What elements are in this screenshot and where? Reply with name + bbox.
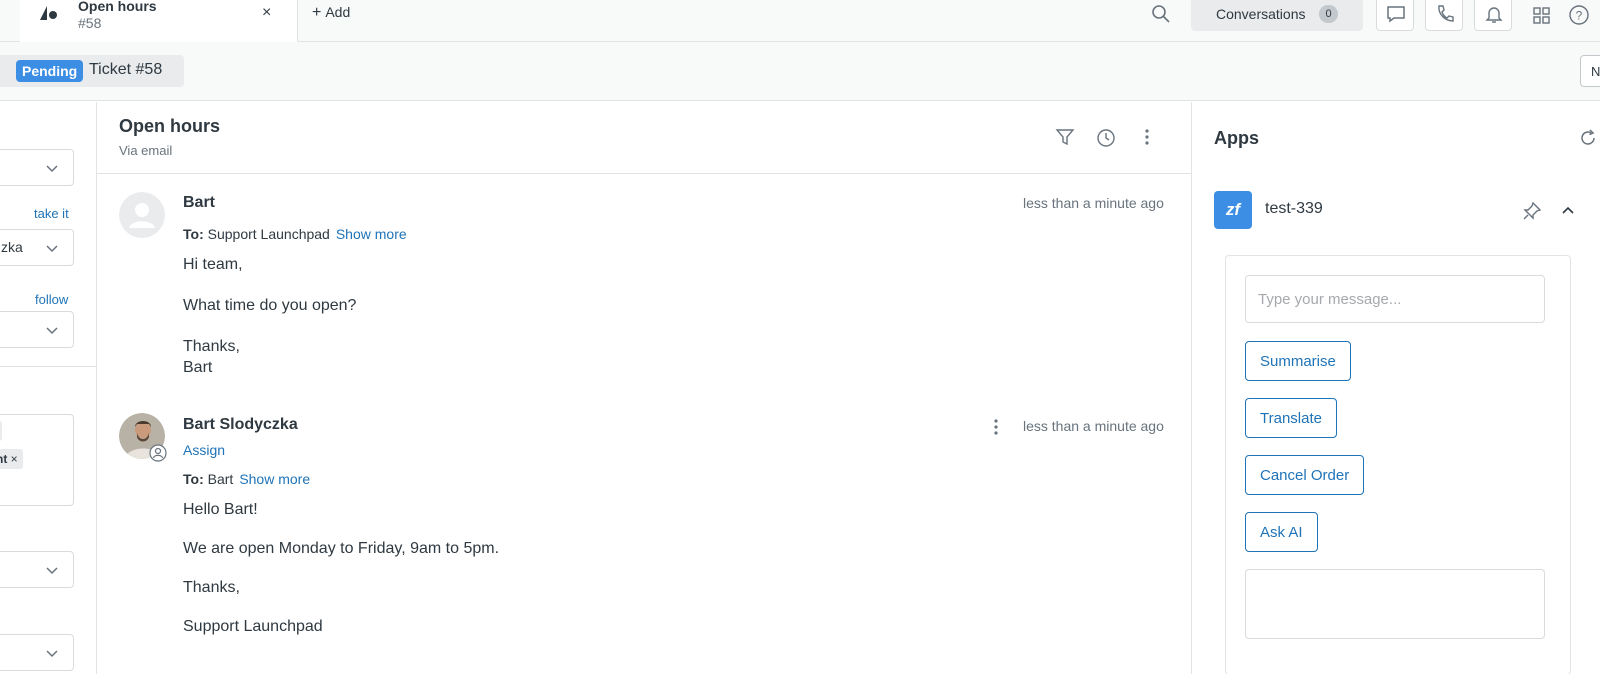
conversation-title: Open hours [119, 116, 221, 136]
property-dropdown[interactable] [0, 634, 74, 671]
chevron-down-icon [46, 245, 58, 253]
message-line: What time do you open? [183, 297, 357, 314]
ticket-tab[interactable]: Open hours #58 × [20, 0, 298, 43]
show-more-link[interactable]: Show more [336, 226, 407, 242]
tab-subtitle: #58 [78, 15, 102, 31]
ticket-subheader: Pending Ticket #58 N [0, 42, 1600, 101]
app-container: Summarise Translate Cancel Order Ask AI [1225, 255, 1571, 674]
tag-item: × [0, 421, 3, 441]
chevron-up-icon[interactable] [1560, 203, 1576, 219]
property-dropdown[interactable] [0, 149, 74, 186]
apps-title: Apps [1214, 128, 1259, 148]
assignee-value: zka [1, 239, 23, 255]
notifications-button[interactable] [1474, 0, 1512, 31]
phone-icon [1438, 5, 1454, 22]
help-icon[interactable]: ? [1568, 4, 1590, 26]
conversation-panel: Open hours Via email Bart less than a mi… [97, 102, 1191, 674]
refresh-icon[interactable] [1578, 128, 1598, 148]
to-label: To: [183, 226, 204, 242]
bell-icon [1485, 7, 1503, 23]
history-icon[interactable] [1095, 127, 1117, 149]
app-output-area[interactable] [1245, 569, 1545, 639]
ticket-properties-panel: take it zka follow × nt × [0, 102, 97, 674]
tags-field[interactable]: × nt × [0, 414, 74, 506]
svg-text:?: ? [1576, 9, 1583, 23]
conversations-button[interactable]: Conversations 0 [1191, 0, 1363, 31]
chevron-down-icon [46, 327, 58, 335]
assignee-dropdown[interactable]: zka [0, 229, 74, 266]
ticket-breadcrumb[interactable]: Pending Ticket #58 [0, 55, 184, 87]
add-tab-button[interactable]: + Add [312, 4, 350, 22]
pin-icon[interactable] [1522, 201, 1542, 221]
add-label: Add [325, 4, 351, 20]
translate-button[interactable]: Translate [1245, 398, 1337, 438]
grid-icon[interactable] [1532, 4, 1552, 26]
tag-label: nt [0, 452, 8, 466]
filter-icon[interactable] [1055, 127, 1075, 147]
property-dropdown[interactable] [0, 551, 74, 588]
conversations-label: Conversations [1216, 6, 1306, 22]
tag-item: nt × [0, 449, 23, 469]
message-input[interactable] [1245, 275, 1545, 323]
summarise-button[interactable]: Summarise [1245, 341, 1351, 381]
chat-icon [1387, 6, 1405, 23]
app-icon: zf [1214, 191, 1252, 229]
message-line: Bart [183, 359, 213, 376]
message-line: Hello Bart! [183, 501, 258, 518]
chevron-down-icon [46, 567, 58, 575]
message-menu-icon[interactable] [986, 417, 1006, 437]
message-line: Thanks, [183, 338, 240, 355]
message-author[interactable]: Bart Slodyczka [183, 416, 298, 434]
show-more-link[interactable]: Show more [239, 471, 310, 487]
close-tab-icon[interactable]: × [262, 4, 271, 22]
tab-title: Open hours [78, 0, 157, 14]
divider [97, 173, 1191, 174]
agent-badge-icon [149, 444, 167, 462]
divider [0, 366, 97, 367]
assign-link[interactable]: Assign [183, 442, 225, 458]
ask-ai-button[interactable]: Ask AI [1245, 512, 1318, 552]
follow-link[interactable]: follow [35, 292, 68, 307]
to-value: Support Launchpad [207, 226, 330, 242]
apps-panel: Apps zf test-339 Summarise Translate Can… [1191, 102, 1600, 674]
message-recipients: To: Bart Show more [183, 471, 310, 487]
phone-button[interactable] [1425, 0, 1463, 31]
top-bar: Open hours #58 × + Add Conversations 0 ? [0, 0, 1600, 43]
next-button[interactable]: N [1580, 55, 1600, 87]
status-badge: Pending [16, 60, 84, 82]
message-recipients: To: Support Launchpad Show more [183, 226, 407, 242]
cancel-order-button[interactable]: Cancel Order [1245, 455, 1365, 495]
ticket-label: Ticket #58 [89, 61, 163, 78]
app-name: test-339 [1265, 200, 1323, 217]
message-line: Support Launchpad [183, 618, 323, 635]
to-value: Bart [207, 471, 234, 487]
message-timestamp: less than a minute ago [1023, 195, 1164, 211]
conversation-channel: Via email [119, 143, 173, 158]
message-timestamp: less than a minute ago [1023, 418, 1164, 434]
message-line: Hi team, [183, 256, 243, 273]
chat-button[interactable] [1376, 0, 1414, 31]
more-options-icon[interactable] [1137, 127, 1157, 147]
message-line: We are open Monday to Friday, 9am to 5pm… [183, 540, 500, 557]
search-icon[interactable] [1151, 4, 1171, 24]
followers-dropdown[interactable] [0, 311, 74, 348]
avatar [119, 192, 165, 238]
chevron-down-icon [46, 650, 58, 658]
to-label: To: [183, 471, 204, 487]
conversations-count: 0 [1319, 5, 1338, 23]
chevron-down-icon [46, 165, 58, 173]
remove-tag-icon[interactable]: × [11, 452, 18, 466]
take-it-link[interactable]: take it [34, 206, 69, 221]
message-line: Thanks, [183, 579, 240, 596]
zendesk-logo-icon [40, 6, 57, 20]
message-author[interactable]: Bart [183, 194, 215, 212]
